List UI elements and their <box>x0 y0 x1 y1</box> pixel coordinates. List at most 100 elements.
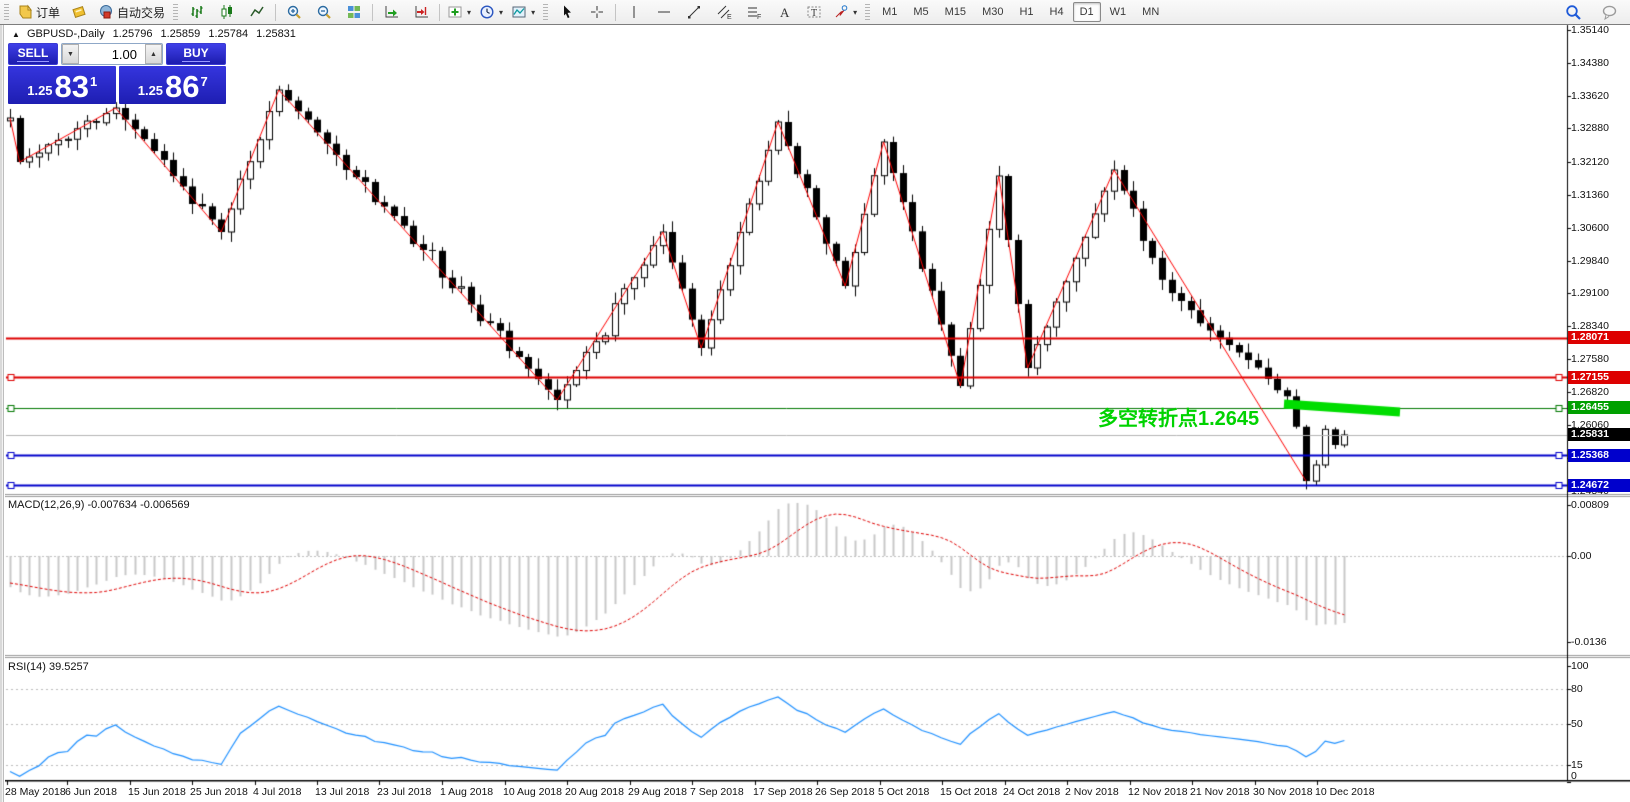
buy-price-sup: 7 <box>201 74 208 89</box>
chart-shift-button[interactable] <box>406 1 436 23</box>
timeframe-button-m15[interactable]: M15 <box>938 2 973 22</box>
date-axis-label: 26 Sep 2018 <box>815 786 875 798</box>
date-axis-label: 2 Nov 2018 <box>1065 786 1119 798</box>
periods-button[interactable]: ▾ <box>475 1 507 23</box>
trendline-button[interactable] <box>679 1 709 23</box>
collapse-triangle-icon[interactable]: ▲ <box>12 30 20 39</box>
date-axis-label: 1 Aug 2018 <box>440 786 493 798</box>
toolbar-separator <box>615 4 616 21</box>
crosshair-icon <box>589 4 605 20</box>
zoom-in-button[interactable] <box>279 1 309 23</box>
date-axis-label: 6 Jun 2018 <box>65 786 117 798</box>
toolbar-separator <box>439 4 440 21</box>
text-button[interactable]: A <box>769 1 799 23</box>
channel-icon: E <box>716 4 732 20</box>
quick-search-button[interactable] <box>1558 1 1588 23</box>
svg-text:E: E <box>727 14 732 20</box>
date-axis-label: 15 Jun 2018 <box>128 786 186 798</box>
volume-decrease-button[interactable]: ▼ <box>62 44 79 64</box>
date-axis-label: 7 Sep 2018 <box>690 786 744 798</box>
buy-button[interactable]: BUY <box>166 43 226 65</box>
new-order-button-label: 订单 <box>36 4 60 21</box>
date-axis-label: 21 Nov 2018 <box>1190 786 1250 798</box>
timeframe-button-d1[interactable]: D1 <box>1073 2 1101 22</box>
rsi-axis-tick: 100 <box>1571 660 1589 672</box>
price-axis-tick: 1.31360 <box>1571 189 1609 201</box>
indicators-icon <box>447 4 463 20</box>
label-button[interactable]: T <box>799 1 829 23</box>
bull-bear-turning-point-annotation: 多空转折点1.2645 <box>1098 402 1259 431</box>
sell-price-big: 83 <box>55 72 89 102</box>
cursor-button[interactable] <box>552 1 582 23</box>
price-axis-tick: 1.29840 <box>1571 255 1609 267</box>
volume-increase-button[interactable]: ▲ <box>145 44 162 64</box>
price-tag: 1.25368 <box>1568 449 1630 462</box>
toolbar-grip <box>865 4 870 20</box>
price-tag: 1.24672 <box>1568 479 1630 492</box>
svg-text:T: T <box>811 8 817 19</box>
price-tag: 1.28071 <box>1568 331 1630 344</box>
vline-icon <box>626 4 642 20</box>
timeframe-button-mn[interactable]: MN <box>1135 2 1166 22</box>
autotrading-button[interactable]: 自动交易 <box>94 1 169 23</box>
price-tag: 1.27155 <box>1568 371 1630 384</box>
shift-icon <box>413 4 429 20</box>
svg-text:F: F <box>757 14 761 20</box>
sell-price-box[interactable]: 1.25 83 1 <box>8 66 116 104</box>
rsi-axis-tick: 15 <box>1571 759 1583 771</box>
timeframe-button-m5[interactable]: M5 <box>906 2 935 22</box>
rsi-label: RSI(14) 39.5257 <box>8 661 89 673</box>
close-value: 1.25831 <box>256 28 296 40</box>
shapes-icon <box>833 4 849 20</box>
symbol-period-label: GBPUSD-,Daily <box>27 28 105 40</box>
macd-axis-tick: 0.00 <box>1571 550 1591 562</box>
line-chart-button[interactable] <box>242 1 272 23</box>
label-icon: T <box>806 4 822 20</box>
timeframe-button-h1[interactable]: H1 <box>1012 2 1040 22</box>
candle-chart-button[interactable] <box>212 1 242 23</box>
channel-button[interactable]: E <box>709 1 739 23</box>
chart-canvas[interactable] <box>0 0 1630 802</box>
order-icon <box>17 4 33 20</box>
timeframe-button-m1[interactable]: M1 <box>875 2 904 22</box>
zoom-out-button[interactable] <box>309 1 339 23</box>
chat-button[interactable] <box>1594 1 1624 23</box>
fibo-button[interactable]: F <box>739 1 769 23</box>
caret-down-icon: ▾ <box>499 8 503 17</box>
price-axis-tick: 1.29100 <box>1571 287 1609 299</box>
zoom-out-icon <box>316 4 332 20</box>
toolbar-grip <box>4 4 9 20</box>
timeframe-button-m30[interactable]: M30 <box>975 2 1010 22</box>
shapes-button[interactable]: ▾ <box>829 1 861 23</box>
mt4-terminal: 订单 自动交易 ▾ ▾ ▾ E F A T ▾ M1M5M15M30H1H4D1W1MN ▲ GBP… <box>0 0 1630 802</box>
candles-icon <box>219 4 235 20</box>
sell-button[interactable]: SELL <box>8 43 58 65</box>
bars-icon <box>189 4 205 20</box>
timeframe-button-w1[interactable]: W1 <box>1103 2 1134 22</box>
date-axis-label: 20 Aug 2018 <box>565 786 624 798</box>
volume-spinner: ▼ ▲ <box>61 43 163 65</box>
bar-chart-button[interactable] <box>182 1 212 23</box>
auto-scroll-button[interactable] <box>376 1 406 23</box>
indicators-button[interactable]: ▾ <box>443 1 475 23</box>
tag-icon <box>71 4 87 20</box>
macd-axis-tick: -0.0136 <box>1571 636 1607 648</box>
chart-tag-button[interactable] <box>64 1 94 23</box>
crosshair-button[interactable] <box>582 1 612 23</box>
toolbar-grip <box>543 4 548 20</box>
trendline-icon <box>686 4 702 20</box>
hline-button[interactable] <box>649 1 679 23</box>
vline-button[interactable] <box>619 1 649 23</box>
volume-input[interactable] <box>79 44 145 64</box>
templates-button[interactable]: ▾ <box>507 1 539 23</box>
high-value: 1.25859 <box>161 28 201 40</box>
tile-windows-button[interactable] <box>339 1 369 23</box>
date-axis-label: 12 Nov 2018 <box>1128 786 1188 798</box>
date-axis-label: 30 Nov 2018 <box>1253 786 1313 798</box>
buy-price-box[interactable]: 1.25 86 7 <box>119 66 227 104</box>
toolbar-grip <box>173 4 178 20</box>
autotrading-button-label: 自动交易 <box>117 4 165 21</box>
new-order-button[interactable]: 订单 <box>13 1 64 23</box>
caret-down-icon: ▾ <box>853 8 857 17</box>
timeframe-button-h4[interactable]: H4 <box>1043 2 1071 22</box>
